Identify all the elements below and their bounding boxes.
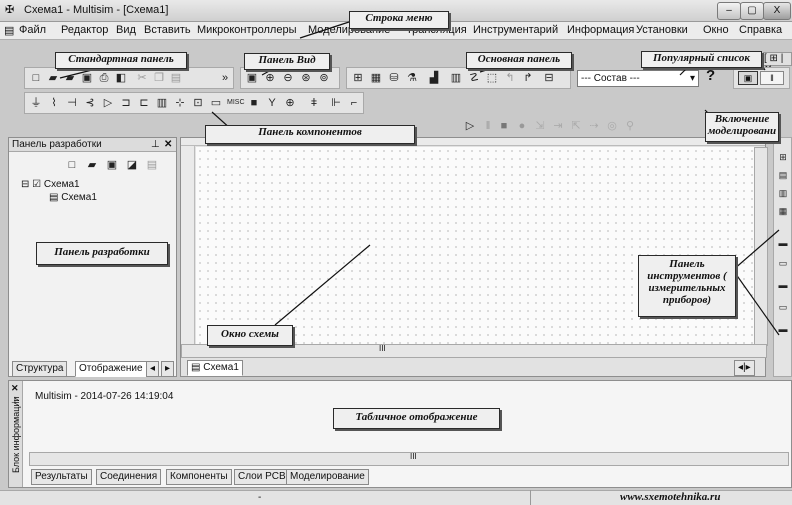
callout-simulation-toggle: Включение моделировани xyxy=(705,112,779,142)
callout-schematic-window: Окно схемы xyxy=(207,325,293,346)
callout-view-panel: Панель Вид xyxy=(244,53,330,70)
callout-popular-list: Популярный список xyxy=(641,51,762,68)
callout-design-panel: Панель разработки xyxy=(36,242,168,265)
callout-main-panel: Основная панель xyxy=(466,52,572,69)
callout-menu-bar: Строка меню xyxy=(349,11,449,29)
callout-spreadsheet-view: Табличное отображение xyxy=(333,408,500,429)
callout-components-panel: Панель компонентов xyxy=(205,125,415,144)
callout-standard-panel: Стандартная панель xyxy=(55,52,187,69)
callout-instruments-panel: Панель инструментов ( измерительных приб… xyxy=(638,255,736,317)
